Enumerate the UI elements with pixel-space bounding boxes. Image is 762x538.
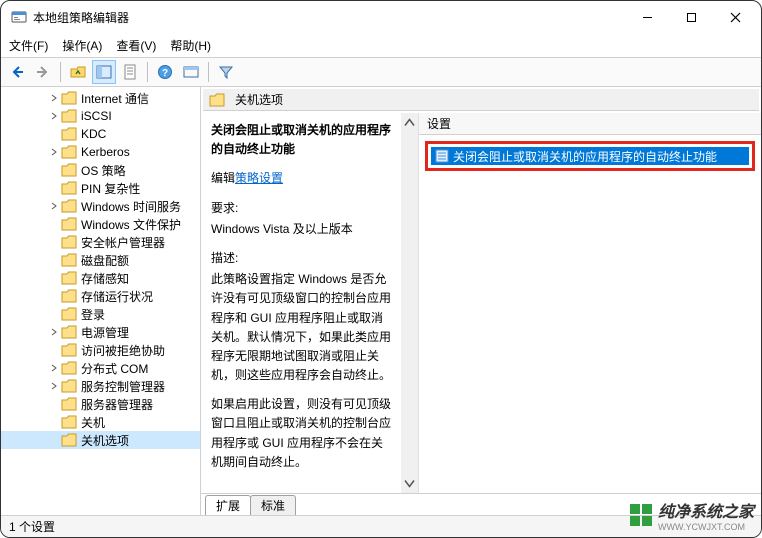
tree-item[interactable]: 存储感知	[1, 269, 200, 287]
filter-button[interactable]	[214, 60, 238, 84]
tree-item[interactable]: 存储运行状况	[1, 287, 200, 305]
path-header-text: 关机选项	[235, 91, 283, 108]
tree-item-label: 服务器管理器	[81, 396, 153, 413]
menu-bar: 文件(F) 操作(A) 查看(V) 帮助(H)	[1, 33, 761, 57]
back-button[interactable]	[5, 60, 29, 84]
tree-item[interactable]: 服务控制管理器	[1, 377, 200, 395]
menu-view[interactable]: 查看(V)	[116, 37, 156, 54]
tree-item[interactable]: Windows 文件保护	[1, 215, 200, 233]
forward-button[interactable]	[31, 60, 55, 84]
folder-icon	[209, 93, 225, 107]
tree-item-label: PIN 复杂性	[81, 180, 140, 197]
description-pane: 关闭会阻止或取消关机的应用程序的自动终止功能 编辑策略设置 要求: Window…	[201, 113, 401, 493]
tree-item[interactable]: KDC	[1, 125, 200, 143]
setting-item-label: 关闭会阻止或取消关机的应用程序的自动终止功能	[453, 148, 717, 165]
tree-item-label: 访问被拒绝协助	[81, 342, 165, 359]
requirement-label: 要求:	[211, 199, 391, 218]
tree-item-label: 关机	[81, 414, 105, 431]
app-icon	[11, 9, 27, 25]
tab-extended[interactable]: 扩展	[205, 495, 251, 515]
expand-icon[interactable]	[49, 201, 59, 211]
status-text: 1 个设置	[9, 518, 55, 535]
tree-item-label: 关机选项	[81, 432, 129, 449]
tree-item-label: iSCSI	[81, 109, 112, 123]
scroll-up-icon[interactable]	[402, 115, 417, 130]
minimize-button[interactable]	[625, 3, 669, 31]
tree-item-label: 分布式 COM	[81, 360, 148, 377]
window-title: 本地组策略编辑器	[33, 9, 625, 26]
tree-item[interactable]: PIN 复杂性	[1, 179, 200, 197]
path-header: 关机选项	[203, 89, 759, 111]
tree-item-label: Internet 通信	[81, 90, 149, 107]
expand-icon[interactable]	[49, 93, 59, 103]
tree-item[interactable]: 服务器管理器	[1, 395, 200, 413]
help-button[interactable]: ?	[153, 60, 177, 84]
navigation-tree[interactable]: Internet 通信iSCSIKDCKerberosOS 策略PIN 复杂性W…	[1, 87, 201, 515]
tree-item-label: KDC	[81, 127, 106, 141]
tab-standard[interactable]: 标准	[250, 495, 296, 515]
tree-item[interactable]: 访问被拒绝协助	[1, 341, 200, 359]
status-bar: 1 个设置	[1, 515, 761, 537]
view-tabs: 扩展 标准	[201, 493, 761, 515]
tree-item-label: 存储感知	[81, 270, 129, 287]
tree-item[interactable]: 登录	[1, 305, 200, 323]
policy-setting-icon	[435, 149, 449, 163]
toolbar: ?	[1, 57, 761, 87]
tree-item-label: 服务控制管理器	[81, 378, 165, 395]
tree-item-label: Windows 文件保护	[81, 216, 181, 233]
tree-item[interactable]: 关机选项	[1, 431, 200, 449]
vertical-scrollbar[interactable]	[401, 113, 418, 493]
svg-text:?: ?	[162, 68, 168, 79]
description-p1: 此策略设置指定 Windows 是否允许没有可见顶级窗口的控制台应用程序和 GU…	[211, 270, 391, 385]
expand-icon[interactable]	[49, 147, 59, 157]
menu-file[interactable]: 文件(F)	[9, 37, 48, 54]
setting-item[interactable]: 关闭会阻止或取消关机的应用程序的自动终止功能	[431, 147, 749, 165]
close-button[interactable]	[713, 3, 757, 31]
highlight-annotation: 关闭会阻止或取消关机的应用程序的自动终止功能	[425, 141, 755, 171]
maximize-button[interactable]	[669, 3, 713, 31]
tree-item-label: Windows 时间服务	[81, 198, 181, 215]
expand-icon[interactable]	[49, 111, 59, 121]
tree-item[interactable]: 电源管理	[1, 323, 200, 341]
tree-item[interactable]: 安全帐户管理器	[1, 233, 200, 251]
tree-item[interactable]: Internet 通信	[1, 89, 200, 107]
tree-item[interactable]: Windows 时间服务	[1, 197, 200, 215]
properties-button[interactable]	[118, 60, 142, 84]
menu-help[interactable]: 帮助(H)	[170, 37, 211, 54]
up-button[interactable]	[66, 60, 90, 84]
expand-icon[interactable]	[49, 381, 59, 391]
tree-item-label: 磁盘配额	[81, 252, 129, 269]
tree-item-label: 存储运行状况	[81, 288, 153, 305]
tree-item[interactable]: OS 策略	[1, 161, 200, 179]
policy-title: 关闭会阻止或取消关机的应用程序的自动终止功能	[211, 121, 391, 159]
scroll-down-icon[interactable]	[402, 476, 417, 491]
expand-icon[interactable]	[49, 327, 59, 337]
tree-item-label: 电源管理	[81, 324, 129, 341]
description-label: 描述:	[211, 249, 391, 268]
description-p2: 如果启用此设置，则没有可见顶级窗口且阻止或取消关机的控制台应用程序或 GUI 应…	[211, 395, 391, 472]
tree-item-label: OS 策略	[81, 162, 126, 179]
expand-icon[interactable]	[49, 363, 59, 373]
tree-item[interactable]: Kerberos	[1, 143, 200, 161]
edit-policy-link[interactable]: 策略设置	[235, 171, 283, 185]
show-hide-tree-button[interactable]	[92, 60, 116, 84]
settings-column-header[interactable]: 设置	[419, 113, 761, 135]
tree-item[interactable]: 分布式 COM	[1, 359, 200, 377]
tree-item-label: Kerberos	[81, 145, 130, 159]
refresh-all-button[interactable]	[179, 60, 203, 84]
tree-item[interactable]: 磁盘配额	[1, 251, 200, 269]
menu-action[interactable]: 操作(A)	[62, 37, 102, 54]
edit-prefix: 编辑	[211, 171, 235, 185]
tree-item-label: 安全帐户管理器	[81, 234, 165, 251]
tree-item-label: 登录	[81, 306, 105, 323]
tree-item[interactable]: 关机	[1, 413, 200, 431]
tree-item[interactable]: iSCSI	[1, 107, 200, 125]
requirement-value: Windows Vista 及以上版本	[211, 220, 391, 239]
